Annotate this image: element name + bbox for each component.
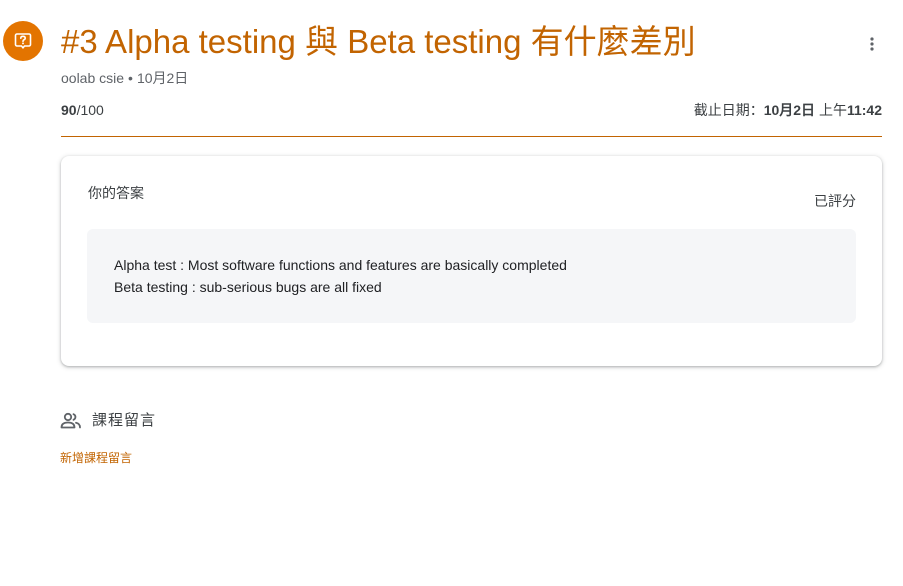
more-vert-icon xyxy=(870,37,874,51)
answer-card-title: 你的答案 xyxy=(88,185,144,201)
page-title: #3 Alpha testing 與 Beta testing 有什麼差別 xyxy=(61,23,696,60)
due-date: 截止日期：10月2日 上午11:42 xyxy=(694,100,882,120)
points: 90/100 xyxy=(61,100,104,120)
more-options-button[interactable] xyxy=(856,28,888,60)
due-date-value: 10月2日 xyxy=(763,102,816,118)
answer-card: 你的答案 已評分 Alpha test : Most software func… xyxy=(61,156,882,366)
answer-box: Alpha test : Most software functions and… xyxy=(87,229,856,323)
question-icon xyxy=(3,21,43,61)
answer-line: Beta testing : sub-serious bugs are all … xyxy=(114,279,382,295)
class-comments-label: 課程留言 xyxy=(92,412,157,429)
add-class-comment-link[interactable]: 新增課程留言 xyxy=(60,450,132,466)
header-divider xyxy=(61,136,882,137)
points-score: 90 xyxy=(61,102,77,118)
points-total: /100 xyxy=(76,102,104,118)
answer-line: Alpha test : Most software functions and… xyxy=(114,257,567,273)
due-time-value: 11:42 xyxy=(846,102,882,118)
author-name: oolab csie xyxy=(61,70,125,86)
assignment-meta: oolab csie • 10月2日 xyxy=(61,68,188,88)
due-time-prefix: 上午 xyxy=(815,102,847,118)
people-icon xyxy=(60,412,81,429)
posted-date: 10月2日 xyxy=(136,70,189,86)
due-prefix: 截止日期： xyxy=(693,102,764,118)
grade-status: 已評分 xyxy=(814,193,856,209)
meta-separator: • xyxy=(128,70,133,86)
